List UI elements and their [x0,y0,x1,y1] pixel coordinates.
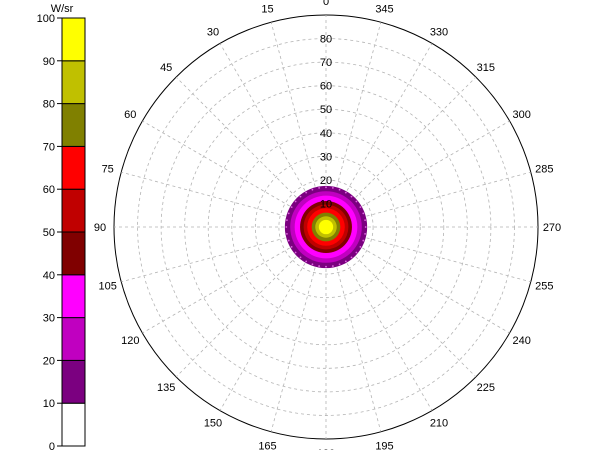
polar-chart: W/sr 0102030405060708090100 102030405060… [37,0,562,450]
colorbar-band-7 [61,103,86,147]
angle-tick-label: 165 [258,440,276,450]
colorbar-tick-label: 30 [43,313,55,325]
colorbar-band-1 [61,359,86,404]
colorbar-band-4 [61,231,86,276]
angle-tick-label: 300 [513,109,531,121]
colorbar: W/sr 0102030405060708090100 [37,3,86,450]
spot-speckle [311,188,314,191]
angle-tick-label: 150 [204,418,222,430]
colorbar-tick-label: 100 [37,13,55,25]
colorbar-band-8 [61,60,86,105]
colorbar-band-3 [61,274,86,319]
colorbar-tick-label: 80 [43,99,55,111]
angle-tick-label: 285 [535,164,553,176]
spot-speckle [294,200,297,203]
polar-plot: 10 20 30 40 50 60 70 80 0 15 30 45 60 75 90 105 120 135 15… [94,0,561,450]
colorbar-band-6 [61,145,86,190]
angle-tick-label: 225 [477,382,495,394]
colorbar-tick-label: 60 [43,184,55,196]
colorbar-tick-label: 0 [49,441,55,450]
radial-tick-label: 60 [320,81,332,93]
angle-tick-label: 75 [102,164,114,176]
spot-speckle [344,260,347,263]
colorbar-band-2 [61,317,86,361]
colorbar-tick-label: 20 [43,355,55,367]
colorbar-tick-label: 70 [43,141,55,153]
spot-speckle [318,187,321,189]
angle-tick-label: 120 [121,335,139,347]
colorbar-tick-label: 40 [43,270,55,282]
angle-tick-label: 90 [94,222,106,234]
spot-layer-8 [318,219,334,235]
angle-tick-label: 195 [375,440,393,450]
spot-speckle [305,191,308,194]
colorbar-tick-label: 10 [43,398,55,410]
colorbar-band-5 [61,188,86,233]
spot-speckle [331,187,334,189]
spot-speckle [287,239,290,242]
radial-tick-label: 20 [320,175,332,187]
spot-speckle [362,212,365,215]
angle-tick-label: 255 [535,280,553,292]
angle-tick-label: 135 [157,382,175,394]
angle-tick-label: 315 [477,62,495,74]
spot-speckle [285,226,288,228]
radial-tick-label: 80 [320,34,332,46]
radial-tick-label: 10 [320,198,332,210]
colorbar-band-0 [61,402,86,447]
spot-speckle [299,256,302,259]
spot-speckle [305,260,308,263]
spot-speckle [350,195,353,198]
colorbar-tick-label: 90 [43,56,55,68]
spot-speckle [359,245,362,248]
spot-speckle [311,263,314,266]
spot-speckle [318,265,321,267]
spot-speckle [331,265,334,267]
spot-speckle [355,200,358,203]
spot-speckle [286,232,288,235]
angle-tick-label: 30 [207,26,219,38]
radial-tick-label: 30 [320,151,332,163]
spot-speckle [359,206,362,209]
angle-tick-label: 45 [160,62,172,74]
angle-tick-label: 240 [513,335,531,347]
spot-speckle [338,263,341,266]
angle-tick-label: 0 [323,0,329,8]
angle-tick-label: 330 [430,26,448,38]
spot-speckle [338,188,341,191]
spot-speckle [286,219,288,222]
angle-tick-label: 15 [261,4,273,16]
angle-tick-label: 270 [543,222,561,234]
radial-tick-label: 40 [320,128,332,140]
spot-speckle [299,195,302,198]
angle-tick-label: 60 [124,109,136,121]
radial-tick-label: 70 [320,57,332,69]
spot-speckle [290,206,293,209]
radial-tick-label: 50 [320,104,332,116]
colorbar-tick-label: 50 [43,227,55,239]
spot-speckle [290,245,293,248]
angle-tick-label: 345 [375,4,393,16]
spot-speckle [350,256,353,259]
spot-speckle [325,265,327,268]
spot-speckle [344,191,347,194]
spot-speckle [362,239,365,242]
angle-tick-label: 105 [99,280,117,292]
colorbar-band-9 [61,17,86,62]
spot-speckle [364,219,366,222]
spot-speckle [364,226,367,228]
spot-speckle [364,232,366,235]
spot-speckle [287,212,290,215]
spot-speckle [355,251,358,254]
spot-speckle [294,251,297,254]
angle-tick-label: 210 [430,418,448,430]
